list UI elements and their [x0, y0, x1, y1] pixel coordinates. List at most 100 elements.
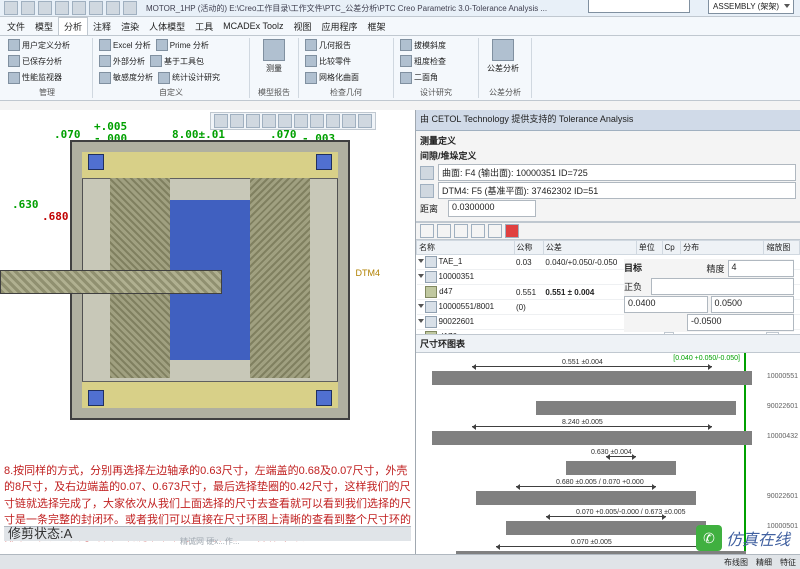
- loop-bar[interactable]: [506, 521, 706, 535]
- loop-bar[interactable]: [476, 491, 696, 505]
- rbtn-ud-analysis[interactable]: 用户定义分析: [6, 38, 72, 52]
- delete-icon[interactable]: [505, 224, 519, 238]
- tab-tools[interactable]: 工具: [190, 18, 218, 35]
- loop-target-label: [0.040 +0.050/-0.050]: [673, 355, 740, 362]
- instruction-overlay: 修剪状态:A 8.按同样的方式，分别再选择左边轴承的0.63尺寸，左端盖的0.6…: [4, 463, 411, 546]
- distance-field[interactable]: 0.0300000: [448, 200, 536, 217]
- rbtn-measure[interactable]: 测量: [254, 38, 294, 75]
- rbtn-draft[interactable]: 拔模斜度: [398, 38, 448, 52]
- qat-redo-icon[interactable]: [72, 1, 86, 15]
- col-cp[interactable]: Cp: [662, 241, 681, 255]
- col-nominal[interactable]: 公称: [514, 241, 543, 255]
- goal-nominal[interactable]: 0.0400: [624, 296, 708, 313]
- zoomout-icon[interactable]: [246, 114, 260, 128]
- wechat-text: 仿真在线: [726, 526, 790, 550]
- status-fine[interactable]: 精细: [756, 557, 772, 568]
- rbtn-saved-analysis[interactable]: 已保存分析: [6, 54, 64, 68]
- plane-field[interactable]: DTM4: F5 (基准平面): 37462302 ID=51: [438, 182, 796, 199]
- datum-plane-icon[interactable]: [326, 114, 340, 128]
- monitor-icon: [8, 72, 20, 84]
- loop-bar[interactable]: [536, 401, 736, 415]
- loop-diagram-title: 尺寸环图表: [416, 335, 800, 353]
- rbtn-excel[interactable]: Excel 分析: [97, 38, 153, 52]
- status-route[interactable]: 布线图: [724, 557, 748, 568]
- shade-icon[interactable]: [278, 114, 292, 128]
- col-tolerance[interactable]: 公差: [543, 241, 636, 255]
- col-name[interactable]: 名称: [417, 241, 515, 255]
- measurement-definition: 测量定义 间隙/堆垛定义 曲面: F4 (输出面): 10000351 ID=7…: [416, 131, 800, 222]
- qat-new-icon[interactable]: [4, 1, 18, 15]
- rbtn-dihedral[interactable]: 二面角: [398, 71, 440, 85]
- loop-dim-label: 0.680 ±0.005 / 0.070 +0.000: [556, 479, 644, 486]
- dim-630: .630: [12, 198, 39, 211]
- tab-file[interactable]: 文件: [2, 18, 30, 35]
- refit-icon[interactable]: [214, 114, 228, 128]
- ta-panel-title: 由 CETOL Technology 提供支持的 Tolerance Analy…: [416, 110, 800, 131]
- precision-field[interactable]: 4: [728, 260, 794, 277]
- tab-render[interactable]: 渲染: [116, 18, 144, 35]
- goal-lower[interactable]: -0.0500: [687, 314, 794, 331]
- tab-analysis[interactable]: 分析: [58, 17, 88, 35]
- loop-bar[interactable]: [432, 431, 752, 445]
- tab-manikin[interactable]: 人体模型: [144, 18, 190, 35]
- tab-annotate[interactable]: 注释: [88, 18, 116, 35]
- wireframe-icon[interactable]: [310, 114, 324, 128]
- hidden-icon[interactable]: [294, 114, 308, 128]
- col-unit[interactable]: 单位: [636, 241, 662, 255]
- col-dist[interactable]: 分布: [681, 241, 764, 255]
- report-icon[interactable]: [488, 224, 502, 238]
- zoomin-icon[interactable]: [230, 114, 244, 128]
- assembly-combo[interactable]: ASSEMBLY (架架): [708, 0, 794, 14]
- search-input[interactable]: [588, 0, 690, 13]
- rbtn-external[interactable]: 外部分析: [97, 54, 147, 68]
- add-dim-icon[interactable]: [437, 224, 451, 238]
- rbtn-stat-design[interactable]: 统计设计研究: [156, 71, 222, 85]
- select-icon[interactable]: [420, 224, 434, 238]
- tab-view[interactable]: 视图: [288, 18, 316, 35]
- qat-regen-icon[interactable]: [89, 1, 103, 15]
- qat-undo-icon[interactable]: [55, 1, 69, 15]
- loop-bar[interactable]: [566, 461, 676, 475]
- dim-680: .680: [42, 210, 69, 223]
- refresh-icon[interactable]: [471, 224, 485, 238]
- qat-open-icon[interactable]: [21, 1, 35, 15]
- rbtn-compare[interactable]: 比较零件: [303, 54, 353, 68]
- posneg-combo[interactable]: [651, 278, 794, 295]
- surface-field[interactable]: 曲面: F4 (输出面): 10000351 ID=725: [438, 164, 796, 181]
- surface-icon[interactable]: [420, 166, 434, 180]
- loop-dim-label: 0.070 ±0.005: [571, 539, 612, 546]
- goal-upper[interactable]: 0.0500: [711, 296, 795, 313]
- tab-model[interactable]: 模型: [30, 18, 58, 35]
- col-scale[interactable]: 缩放图: [764, 241, 800, 255]
- flip-icon[interactable]: [454, 224, 468, 238]
- rbtn-rough[interactable]: 粗度检查: [398, 54, 448, 68]
- qat-windows-icon[interactable]: [123, 1, 137, 15]
- tab-mcad[interactable]: MCADEx Toolz: [218, 19, 288, 33]
- rbtn-sensitivity[interactable]: 敏感度分析: [97, 71, 155, 85]
- graphics-toolbar: [210, 112, 376, 130]
- repaint-icon[interactable]: [262, 114, 276, 128]
- rbtn-geom[interactable]: 几何报告: [303, 38, 353, 52]
- graphics-area[interactable]: .070 +.005 -.000 8.00±.01 .070 +.000 -.0…: [0, 110, 415, 555]
- qat-close-icon[interactable]: [106, 1, 120, 15]
- loop-bar[interactable]: [432, 371, 752, 385]
- rbtn-perf-monitor[interactable]: 性能监视器: [6, 71, 64, 85]
- excel-icon: [99, 39, 111, 51]
- status-feature[interactable]: 特征: [780, 557, 796, 568]
- qat-save-icon[interactable]: [38, 1, 52, 15]
- precision-label: 精度: [707, 262, 725, 275]
- plane-icon[interactable]: [420, 184, 434, 198]
- rbtn-mesh[interactable]: 网格化曲面: [303, 71, 361, 85]
- compare-icon: [305, 55, 317, 67]
- mesh-icon: [305, 72, 317, 84]
- rbtn-tol-analysis[interactable]: 公差分析: [483, 38, 523, 75]
- cad-xsection: DTM4: [70, 140, 350, 420]
- datum-axis-icon[interactable]: [342, 114, 356, 128]
- tab-frame[interactable]: 框架: [363, 18, 391, 35]
- csys-icon[interactable]: [358, 114, 372, 128]
- tab-apps[interactable]: 应用程序: [316, 18, 362, 35]
- rbtn-prime[interactable]: Prime 分析: [154, 38, 211, 52]
- rg-custom-label: 自定义: [97, 86, 245, 98]
- loop-dim-label: 0.630 ±0.004: [591, 449, 632, 456]
- rbtn-toolkit[interactable]: 基于工具包: [148, 54, 206, 68]
